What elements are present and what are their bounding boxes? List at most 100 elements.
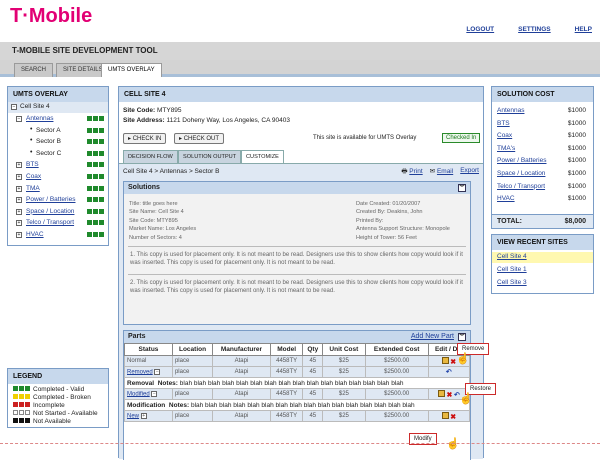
tree-item-coax[interactable]: + Coax (8, 172, 108, 183)
status-square-icon (19, 410, 24, 415)
tree-item-sector-b[interactable]: • Sector B (8, 137, 108, 148)
cell-site-title: CELL SITE 4 (119, 87, 483, 102)
status-link[interactable]: Removed (127, 369, 153, 375)
legend-label: Completed - Valid (33, 386, 85, 393)
cost-item-link[interactable]: HVAC (497, 195, 515, 202)
edit-icon[interactable] (437, 389, 445, 397)
col-extended-cost[interactable]: Extended Cost (364, 343, 429, 356)
solutions-panel: Solutions ︾ Title: title goes here Site … (123, 181, 471, 325)
status-square-icon (93, 220, 98, 226)
expand-icon[interactable]: + (16, 174, 22, 180)
tree-item-bts[interactable]: + BTS (8, 160, 108, 171)
expand-icon[interactable]: − (154, 368, 161, 375)
tree-item-label: HVAC (26, 231, 44, 238)
edit-icon[interactable] (441, 411, 449, 419)
bullet-icon: • (30, 137, 33, 145)
legend-items: Completed - Valid Completed - Broken Incom… (8, 384, 108, 426)
status-link[interactable]: Modified (127, 391, 150, 397)
collapse-icon[interactable]: − (11, 104, 17, 110)
expand-icon[interactable]: + (16, 232, 22, 238)
recent-site-link[interactable]: Cell Site 4 (497, 253, 527, 260)
help-link[interactable]: HELP (575, 26, 592, 33)
tree-root[interactable]: − Cell Site 4 (8, 102, 108, 113)
tree-item-label: BTS (26, 161, 39, 169)
tree-item-hvac[interactable]: + HVAC (8, 230, 108, 241)
cost-item-link[interactable]: Antennas (497, 107, 524, 114)
col-status[interactable]: Status (124, 343, 173, 356)
tab-solution-output[interactable]: SOLUTION OUTPUT (178, 150, 242, 163)
edit-icon[interactable] (441, 356, 449, 364)
check-out-button[interactable]: ▸ CHECK OUT (174, 133, 225, 144)
settings-link[interactable]: SETTINGS (518, 26, 551, 33)
recent-site-link[interactable]: Cell Site 3 (497, 279, 527, 286)
status-dots (87, 185, 105, 193)
cost-item-value: $1000 (567, 170, 586, 177)
collapse-icon[interactable]: ︾ (458, 184, 466, 192)
site-address-label: Site Address: (123, 117, 165, 124)
expand-icon[interactable]: + (16, 220, 22, 227)
print-link[interactable]: 🖶 Print (401, 167, 422, 178)
status-square-icon (99, 150, 104, 156)
tab-customize[interactable]: CUSTOMIZE (241, 150, 284, 163)
col-model[interactable]: Model (269, 343, 304, 356)
tab-umts-overlay[interactable]: UMTS OVERLAY (101, 63, 162, 77)
col-qty[interactable]: Qty (302, 343, 324, 356)
email-link[interactable]: ✉ Email (430, 167, 454, 178)
cost-item-link[interactable]: Space / Location (497, 170, 545, 177)
cost-item-link[interactable]: Coax (497, 132, 512, 139)
status-square-icon (93, 116, 98, 121)
cost-item-link[interactable]: Telco / Transport (497, 183, 545, 190)
tree-item-telco-transport[interactable]: + Telco / Transport (8, 218, 108, 229)
expand-icon[interactable]: + (16, 197, 22, 204)
add-new-part-link[interactable]: Add New Part (411, 333, 454, 340)
cost-item-link[interactable]: BTS (497, 120, 510, 127)
col-unit-cost[interactable]: Unit Cost (322, 343, 366, 356)
status-square-icon (93, 197, 98, 203)
col-location[interactable]: Location (171, 343, 214, 356)
tree-item-sector-a[interactable]: • Sector A (8, 126, 108, 137)
recent-site-link[interactable]: Cell Site 1 (497, 266, 527, 273)
cost-row: Antennas $1000 (492, 107, 593, 117)
tab-search[interactable]: SEARCH (14, 63, 54, 77)
status-dots (87, 220, 105, 227)
status-dots (87, 162, 105, 169)
tree-item-space-location[interactable]: + Space / Location (8, 207, 108, 218)
delete-icon[interactable]: ✖ (450, 413, 456, 421)
fold-line (0, 443, 600, 444)
expand-icon[interactable]: − (151, 390, 158, 397)
cost-item-link[interactable]: TMA's (497, 145, 515, 152)
delete-icon[interactable]: ✖ (446, 391, 452, 399)
parts-table: Status Location Manufacturer Model Qty U… (124, 343, 471, 422)
status-square-icon (19, 418, 24, 423)
export-link[interactable]: Export (460, 167, 479, 178)
tree-item-tma[interactable]: + TMA (8, 184, 108, 195)
modification-notes-row: Modification Notes: blah blah blah blah … (124, 399, 470, 411)
check-in-button[interactable]: ▸ CHECK IN (123, 133, 167, 144)
restore-icon[interactable]: ↶ (446, 368, 452, 376)
collapse-icon[interactable]: − (16, 116, 22, 122)
collapse-icon[interactable]: ︾ (458, 333, 466, 341)
cursor-icon: ☝ (459, 393, 473, 405)
tree-item-power-batteries[interactable]: + Power / Batteries (8, 195, 108, 206)
status-square-icon (99, 185, 104, 191)
tree-item-sector-c[interactable]: • Sector C (8, 149, 108, 160)
status-link[interactable]: New (127, 413, 139, 419)
expand-icon[interactable]: + (16, 162, 22, 169)
checked-in-badge: Checked In (442, 133, 481, 143)
cell-site-panel: CELL SITE 4 Site Code: MTY895 Site Addre… (118, 86, 497, 460)
logout-link[interactable]: LOGOUT (466, 26, 494, 33)
tree-item-label: Sector B (36, 138, 61, 146)
tree-item-label: Coax (26, 173, 42, 180)
status-square-icon (87, 232, 92, 237)
tab-decision-flow[interactable]: DECISION FLOW (123, 150, 178, 163)
brand-logo[interactable]: T·Mobile (10, 5, 92, 28)
tree-item-antennas[interactable]: − Antennas (8, 114, 108, 125)
expand-icon[interactable]: + (140, 412, 147, 419)
expand-icon[interactable]: + (16, 185, 22, 192)
top-links: LOGOUT SETTINGS HELP (466, 26, 592, 33)
col-manufacturer[interactable]: Manufacturer (212, 343, 271, 356)
status-square-icon (99, 220, 104, 226)
expand-icon[interactable]: + (16, 208, 22, 215)
cost-item-link[interactable]: Power / Batteries (497, 157, 547, 164)
total-value: $8,000 (564, 218, 586, 225)
